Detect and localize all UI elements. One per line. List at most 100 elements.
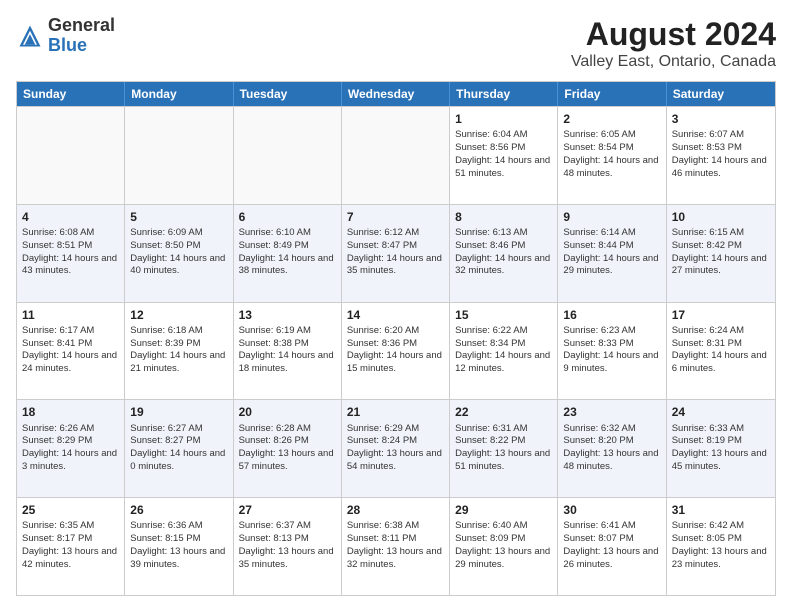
calendar-cell: 11Sunrise: 6:17 AM Sunset: 8:41 PM Dayli…: [17, 303, 125, 400]
day-number: 31: [672, 502, 770, 518]
calendar-cell: 27 Sunrise: 6:37 AM Sunset: 8:13 PM Dayli…: [234, 498, 342, 595]
calendar-row-2: 4 Sunrise: 6:08 AM Sunset: 8:51 PM Daylig…: [17, 204, 775, 302]
calendar-row-1: 1 Sunrise: 6:04 AM Sunset: 8:56 PM Daylig…: [17, 106, 775, 204]
day-number: 29: [455, 502, 552, 518]
calendar-cell: 29 Sunrise: 6:40 AM Sunset: 8:09 PM Dayli…: [450, 498, 558, 595]
calendar-cell: 21 Sunrise: 6:29 AM Sunset: 8:24 PM Dayli…: [342, 400, 450, 497]
day-info: Sunrise: 6:42 AM Sunset: 8:05 PM Dayligh…: [672, 520, 770, 571]
day-number: 1: [455, 111, 552, 127]
calendar-cell: 1 Sunrise: 6:04 AM Sunset: 8:56 PM Daylig…: [450, 107, 558, 204]
day-number: 21: [347, 404, 444, 420]
day-info: Sunrise: 6:29 AM Sunset: 8:24 PM Dayligh…: [347, 423, 444, 474]
day-info: Sunrise: 6:31 AM Sunset: 8:22 PM Dayligh…: [455, 423, 552, 474]
day-number: 25: [22, 502, 119, 518]
calendar-cell: 2Sunrise: 6:05 AM Sunset: 8:54 PM Daylig…: [558, 107, 666, 204]
calendar-cell: 23 Sunrise: 6:32 AM Sunset: 8:20 PM Dayli…: [558, 400, 666, 497]
calendar-cell: 5 Sunrise: 6:09 AM Sunset: 8:50 PM Daylig…: [125, 205, 233, 302]
day-info: Sunrise: 6:32 AM Sunset: 8:20 PM Dayligh…: [563, 423, 660, 474]
calendar-cell: [342, 107, 450, 204]
day-number: 2: [563, 111, 660, 127]
calendar-cell: [125, 107, 233, 204]
calendar: SundayMondayTuesdayWednesdayThursdayFrid…: [16, 81, 776, 596]
day-number: 24: [672, 404, 770, 420]
calendar-weekday-thursday: Thursday: [450, 82, 558, 106]
day-number: 30: [563, 502, 660, 518]
day-info: Sunrise: 6:20 AM Sunset: 8:36 PM Dayligh…: [347, 325, 444, 376]
calendar-cell: 16Sunrise: 6:23 AM Sunset: 8:33 PM Dayli…: [558, 303, 666, 400]
calendar-weekday-saturday: Saturday: [667, 82, 775, 106]
day-number: 27: [239, 502, 336, 518]
calendar-cell: 6 Sunrise: 6:10 AM Sunset: 8:49 PM Daylig…: [234, 205, 342, 302]
calendar-header: SundayMondayTuesdayWednesdayThursdayFrid…: [17, 82, 775, 106]
day-number: 26: [130, 502, 227, 518]
day-number: 20: [239, 404, 336, 420]
calendar-cell: [234, 107, 342, 204]
day-info: Sunrise: 6:40 AM Sunset: 8:09 PM Dayligh…: [455, 520, 552, 571]
day-info: Sunrise: 6:04 AM Sunset: 8:56 PM Dayligh…: [455, 129, 552, 180]
logo: General Blue: [16, 16, 115, 56]
day-info: Sunrise: 6:10 AM Sunset: 8:49 PM Dayligh…: [239, 227, 336, 278]
calendar-cell: 19Sunrise: 6:27 AM Sunset: 8:27 PM Dayli…: [125, 400, 233, 497]
day-info: Sunrise: 6:35 AM Sunset: 8:17 PM Dayligh…: [22, 520, 119, 571]
day-number: 8: [455, 209, 552, 225]
day-info: Sunrise: 6:23 AM Sunset: 8:33 PM Dayligh…: [563, 325, 660, 376]
day-number: 22: [455, 404, 552, 420]
day-number: 23: [563, 404, 660, 420]
day-info: Sunrise: 6:22 AM Sunset: 8:34 PM Dayligh…: [455, 325, 552, 376]
calendar-row-4: 18Sunrise: 6:26 AM Sunset: 8:29 PM Dayli…: [17, 399, 775, 497]
logo-text: General Blue: [48, 16, 115, 56]
calendar-cell: 13Sunrise: 6:19 AM Sunset: 8:38 PM Dayli…: [234, 303, 342, 400]
day-number: 12: [130, 307, 227, 323]
calendar-cell: 3 Sunrise: 6:07 AM Sunset: 8:53 PM Daylig…: [667, 107, 775, 204]
calendar-cell: 18Sunrise: 6:26 AM Sunset: 8:29 PM Dayli…: [17, 400, 125, 497]
calendar-cell: 20 Sunrise: 6:28 AM Sunset: 8:26 PM Dayli…: [234, 400, 342, 497]
day-info: Sunrise: 6:09 AM Sunset: 8:50 PM Dayligh…: [130, 227, 227, 278]
month-year: August 2024: [571, 16, 776, 53]
day-info: Sunrise: 6:41 AM Sunset: 8:07 PM Dayligh…: [563, 520, 660, 571]
header: General Blue August 2024 Valley East, On…: [16, 16, 776, 71]
day-info: Sunrise: 6:24 AM Sunset: 8:31 PM Dayligh…: [672, 325, 770, 376]
calendar-cell: 30 Sunrise: 6:41 AM Sunset: 8:07 PM Dayli…: [558, 498, 666, 595]
day-info: Sunrise: 6:17 AM Sunset: 8:41 PM Dayligh…: [22, 325, 119, 376]
day-number: 28: [347, 502, 444, 518]
day-number: 7: [347, 209, 444, 225]
calendar-cell: 26 Sunrise: 6:36 AM Sunset: 8:15 PM Dayli…: [125, 498, 233, 595]
calendar-cell: 8Sunrise: 6:13 AM Sunset: 8:46 PM Daylig…: [450, 205, 558, 302]
day-number: 17: [672, 307, 770, 323]
day-info: Sunrise: 6:19 AM Sunset: 8:38 PM Dayligh…: [239, 325, 336, 376]
calendar-body: 1 Sunrise: 6:04 AM Sunset: 8:56 PM Daylig…: [17, 106, 775, 595]
calendar-cell: 22 Sunrise: 6:31 AM Sunset: 8:22 PM Dayli…: [450, 400, 558, 497]
calendar-cell: 28Sunrise: 6:38 AM Sunset: 8:11 PM Dayli…: [342, 498, 450, 595]
day-number: 6: [239, 209, 336, 225]
day-info: Sunrise: 6:33 AM Sunset: 8:19 PM Dayligh…: [672, 423, 770, 474]
day-number: 14: [347, 307, 444, 323]
day-info: Sunrise: 6:07 AM Sunset: 8:53 PM Dayligh…: [672, 129, 770, 180]
day-number: 4: [22, 209, 119, 225]
day-info: Sunrise: 6:37 AM Sunset: 8:13 PM Dayligh…: [239, 520, 336, 571]
calendar-cell: 12 Sunrise: 6:18 AM Sunset: 8:39 PM Dayli…: [125, 303, 233, 400]
calendar-cell: 31 Sunrise: 6:42 AM Sunset: 8:05 PM Dayli…: [667, 498, 775, 595]
page: General Blue August 2024 Valley East, On…: [0, 0, 792, 612]
day-number: 19: [130, 404, 227, 420]
day-number: 3: [672, 111, 770, 127]
calendar-cell: 10Sunrise: 6:15 AM Sunset: 8:42 PM Dayli…: [667, 205, 775, 302]
calendar-row-5: 25 Sunrise: 6:35 AM Sunset: 8:17 PM Dayli…: [17, 497, 775, 595]
calendar-cell: [17, 107, 125, 204]
day-info: Sunrise: 6:08 AM Sunset: 8:51 PM Dayligh…: [22, 227, 119, 278]
calendar-weekday-sunday: Sunday: [17, 82, 125, 106]
logo-icon: [16, 22, 44, 50]
day-info: Sunrise: 6:14 AM Sunset: 8:44 PM Dayligh…: [563, 227, 660, 278]
calendar-cell: 25 Sunrise: 6:35 AM Sunset: 8:17 PM Dayli…: [17, 498, 125, 595]
day-number: 15: [455, 307, 552, 323]
day-number: 5: [130, 209, 227, 225]
day-info: Sunrise: 6:36 AM Sunset: 8:15 PM Dayligh…: [130, 520, 227, 571]
day-info: Sunrise: 6:12 AM Sunset: 8:47 PM Dayligh…: [347, 227, 444, 278]
day-info: Sunrise: 6:18 AM Sunset: 8:39 PM Dayligh…: [130, 325, 227, 376]
calendar-cell: 7 Sunrise: 6:12 AM Sunset: 8:47 PM Daylig…: [342, 205, 450, 302]
day-number: 9: [563, 209, 660, 225]
calendar-cell: 4 Sunrise: 6:08 AM Sunset: 8:51 PM Daylig…: [17, 205, 125, 302]
day-info: Sunrise: 6:28 AM Sunset: 8:26 PM Dayligh…: [239, 423, 336, 474]
calendar-weekday-tuesday: Tuesday: [234, 82, 342, 106]
location: Valley East, Ontario, Canada: [571, 53, 776, 71]
calendar-cell: 15 Sunrise: 6:22 AM Sunset: 8:34 PM Dayli…: [450, 303, 558, 400]
